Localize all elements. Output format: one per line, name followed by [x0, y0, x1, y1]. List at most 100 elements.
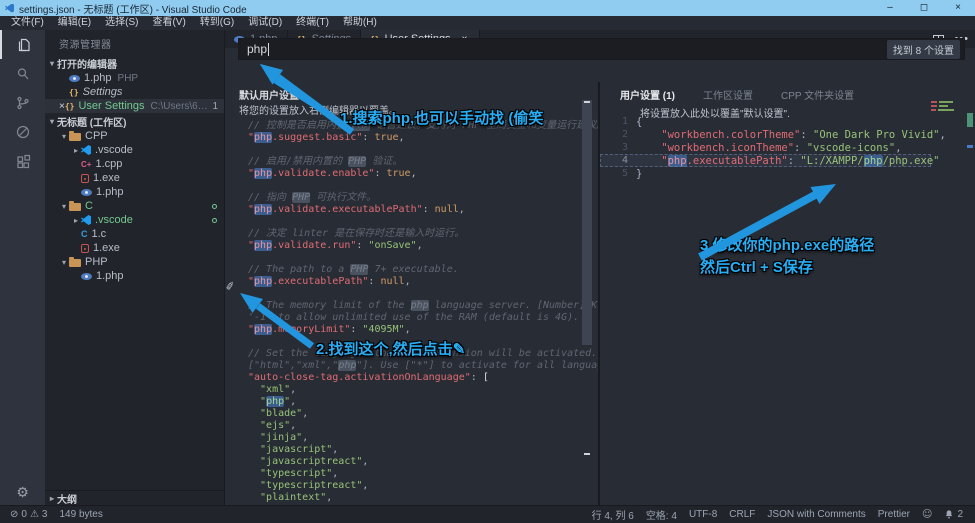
settings-search-input[interactable]: php 找到 8 个设置: [238, 38, 965, 60]
user-code-line[interactable]: 3 "workbench.iconTheme": "vscode-icons",: [600, 141, 931, 154]
minimap[interactable]: [931, 100, 959, 112]
tree-item-1cpp[interactable]: C+1.cpp: [45, 157, 224, 171]
code-line: [248, 180, 576, 192]
status-item[interactable]: CRLF: [723, 509, 761, 520]
tree-item-label: 1.php: [96, 270, 124, 282]
php-file-icon: [81, 189, 92, 196]
chevron-down-icon: ▾: [59, 132, 69, 141]
status-item[interactable]: Prettier: [872, 509, 916, 520]
tree-item-1c[interactable]: C1.c: [45, 227, 224, 241]
open-editor-item[interactable]: 1.phpPHP: [45, 71, 224, 85]
open-editor-label: User Settings: [78, 100, 144, 112]
code-line: '-1' to allow unlimited use of the RAM (…: [248, 312, 576, 324]
scrollbar[interactable]: [582, 82, 592, 505]
status-item[interactable]: 空格: 4: [640, 507, 683, 522]
tree-item-C[interactable]: ▾C: [45, 199, 224, 213]
extensions-icon[interactable]: [0, 146, 45, 175]
settings-scope-tab[interactable]: CPP 文件夹设置: [781, 87, 854, 102]
maximize-button[interactable]: ◻: [907, 0, 941, 16]
user-code-line[interactable]: 2 "workbench.colorTheme": "One Dark Pro …: [600, 128, 931, 141]
debug-icon[interactable]: [0, 117, 45, 146]
chevron-right-icon: ▸: [71, 146, 81, 155]
chevron-down-icon: ▾: [59, 202, 69, 211]
php-file-icon: [69, 75, 80, 82]
bell-icon: [944, 509, 954, 520]
tree-item-1exe[interactable]: 1.exe: [45, 171, 224, 185]
editor-area: 1.php{}Settings{}User Settings× ••• php …: [225, 30, 975, 505]
code-line: "xml",: [248, 384, 576, 396]
code-line: "php.validate.executablePath": null,: [248, 204, 576, 216]
notifications-bell[interactable]: 2: [938, 509, 969, 520]
user-code-line[interactable]: 4 "php.executablePath": "L:/XAMPP/php/ph…: [600, 154, 931, 167]
edit-pencil-icon[interactable]: ✎: [225, 280, 238, 291]
code-line: // The memory limit of the php language …: [248, 300, 576, 312]
exe-file-icon: [81, 244, 89, 253]
close-button[interactable]: ×: [941, 0, 975, 16]
problems-indicator[interactable]: ⊘ 0 ⚠ 3: [4, 509, 53, 520]
tree-item-vscode[interactable]: ▸.vscode: [45, 213, 224, 227]
error-icon: ⊘: [10, 509, 18, 520]
code-line: "typescriptreact",: [248, 480, 576, 492]
tree-item-CPP[interactable]: ▾ CPP: [45, 129, 224, 143]
search-match-marker: [584, 101, 590, 103]
settings-scope-tab[interactable]: 工作区设置: [703, 87, 753, 102]
feedback-smiley-icon[interactable]: ☺: [916, 509, 938, 520]
open-editors-header[interactable]: ▾ 打开的编辑器: [45, 55, 224, 71]
user-code-line[interactable]: 5}: [600, 167, 931, 180]
code-line: // 决定 linter 是在保存时还是输入时运行。: [248, 228, 576, 240]
status-item[interactable]: 行 4, 列 6: [586, 507, 640, 522]
scrollbar-thumb[interactable]: [582, 100, 592, 345]
code-line: [248, 144, 576, 156]
code-text: "php.executablePath": "L:/XAMPP/php/php.…: [636, 155, 939, 167]
menu-item-T[interactable]: 终端(T): [289, 16, 336, 30]
settings-gear-icon[interactable]: ⚙: [16, 485, 29, 501]
pencil-icon: ✎: [453, 341, 466, 358]
line-number: 5: [600, 168, 628, 179]
explorer-icon[interactable]: [0, 30, 45, 59]
open-editor-item[interactable]: {}Settings: [45, 85, 224, 99]
menu-item-S[interactable]: 选择(S): [98, 16, 145, 30]
code-line: ["html","xml","php"]. Use ["*"] to activ…: [248, 360, 576, 372]
user-settings-code[interactable]: 1{2 "workbench.colorTheme": "One Dark Pr…: [600, 115, 931, 180]
tree-item-label: .vscode: [95, 144, 133, 156]
outline-header[interactable]: ▸ 大纲: [45, 490, 224, 505]
source-control-icon[interactable]: [0, 88, 45, 117]
tree-item-PHP[interactable]: ▾PHP: [45, 255, 224, 269]
code-line: [248, 252, 576, 264]
status-item[interactable]: JSON with Comments: [761, 509, 871, 520]
tree-item-label: 1.exe: [93, 172, 120, 184]
code-text: "workbench.colorTheme": "One Dark Pro Vi…: [636, 129, 946, 141]
code-line: // 启用/禁用内置的 PHP 验证。: [248, 156, 576, 168]
settings-scope-tab[interactable]: 用户设置 (1): [620, 87, 675, 102]
chevron-right-icon: ▸: [47, 494, 57, 503]
user-code-line[interactable]: 1{: [600, 115, 931, 128]
menu-item-H[interactable]: 帮助(H): [336, 16, 384, 30]
tree-item-vscode[interactable]: ▸ .vscode: [45, 143, 224, 157]
tree-item-label: 1.exe: [93, 242, 120, 254]
code-line: "php.memoryLimit": "4095M",: [248, 324, 576, 336]
code-line: "auto-close-tag.activationOnLanguage": [: [248, 372, 576, 384]
workspace-header[interactable]: ▾ 无标题 (工作区): [45, 113, 224, 129]
tree-item-1exe[interactable]: 1.exe: [45, 241, 224, 255]
braces-settings-icon: {}: [65, 102, 75, 111]
activity-bar: ⚙: [0, 30, 45, 505]
cursorline-marker: [967, 145, 973, 148]
search-icon[interactable]: [0, 59, 45, 88]
status-item[interactable]: UTF-8: [683, 509, 723, 520]
menu-item-G[interactable]: 转到(G): [193, 16, 241, 30]
menu-item-F[interactable]: 文件(F): [4, 16, 51, 30]
tree-item-1php[interactable]: 1.php: [45, 185, 224, 199]
minimize-button[interactable]: –: [873, 0, 907, 16]
vscode-window: settings.json - 无标题 (工作区) - Visual Studi…: [0, 0, 975, 523]
file-size-indicator[interactable]: 149 bytes: [53, 509, 108, 520]
editor-badge: 1: [212, 101, 218, 112]
tree-item-1php[interactable]: 1.php: [45, 269, 224, 283]
vscode-folder-icon: [81, 215, 91, 225]
open-editor-item[interactable]: ×{}User SettingsC:\Users\60301\AppData..…: [45, 99, 224, 113]
menu-item-V[interactable]: 查看(V): [145, 16, 192, 30]
code-line: [248, 288, 576, 300]
git-status-dot: [212, 204, 217, 209]
menu-item-E[interactable]: 编辑(E): [51, 16, 98, 30]
tree-item-label: CPP: [85, 130, 108, 142]
menu-item-D[interactable]: 调试(D): [241, 16, 289, 30]
